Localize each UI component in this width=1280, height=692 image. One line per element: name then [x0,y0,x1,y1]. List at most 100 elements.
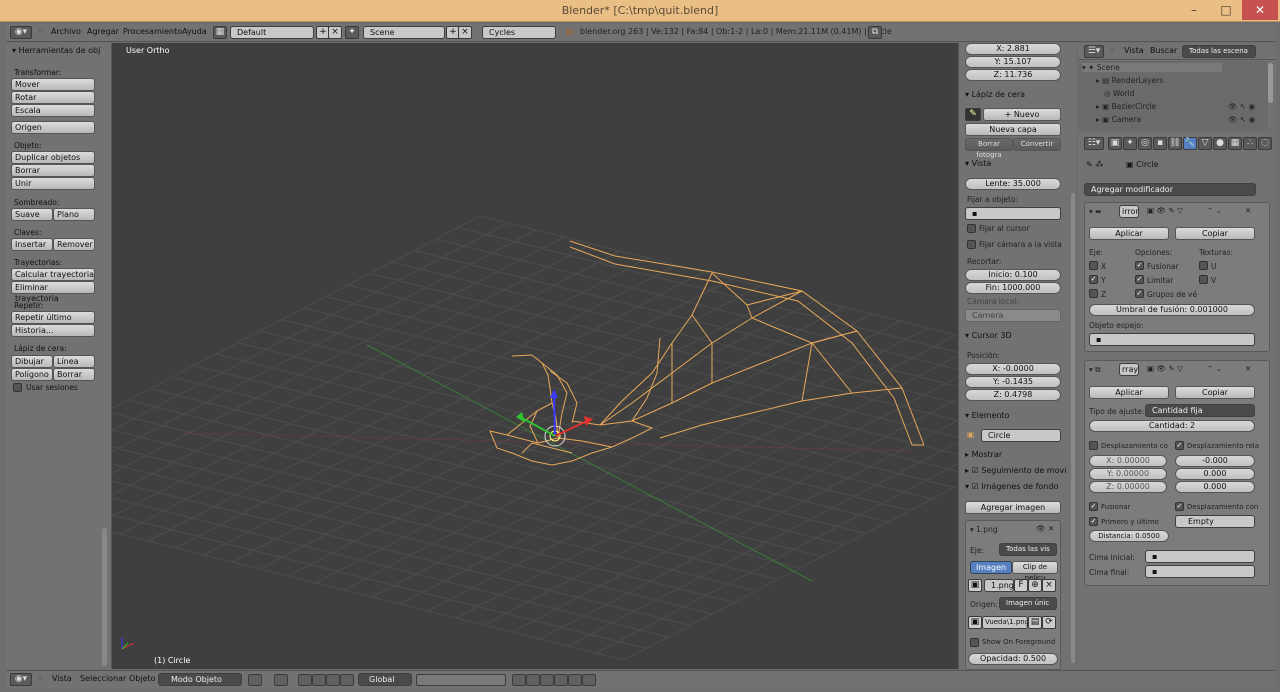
mirror-object-field[interactable]: ▪ [1089,333,1255,346]
count-field[interactable]: Cantidad: 2 [1089,420,1255,432]
tool-shelf-title[interactable]: ▾ Herramientas de obj [12,46,100,55]
collapse-icon[interactable]: ◦ [38,27,43,36]
flat-button[interactable]: Plano [53,208,95,221]
location-y-field[interactable]: Y: 15.107 [965,56,1061,68]
new-layer-button[interactable]: Nueva capa [965,123,1061,136]
array-collapse[interactable]: ▾ ⧉ [1089,365,1101,375]
outliner-collapse-icon[interactable]: ◦ [1110,46,1115,55]
scene-icon[interactable]: ✦ [345,26,359,39]
rotate-button[interactable]: Rotar [11,91,95,104]
location-z-field[interactable]: Z: 11.736 [965,69,1061,81]
scene-tab-icon[interactable]: ✦ [1123,137,1137,150]
layer-buttons[interactable] [416,674,506,686]
show-foreground-checkbox[interactable] [970,638,979,647]
repeat-last-button[interactable]: Repetir último [11,311,95,324]
bg-images-header[interactable]: ▾ ☑ Imágenes de fondo [965,482,1058,491]
menu-vista[interactable]: Vista [52,674,72,683]
image-browse-icon[interactable]: ▣ [968,579,982,592]
insert-key-button[interactable]: Insertar [11,238,53,251]
orientation-select[interactable]: Global [358,673,412,686]
lock-layers-icon[interactable] [512,674,526,686]
proportional-edit-icon[interactable] [554,674,568,686]
render-animation-icon[interactable] [582,674,596,686]
erase-button[interactable]: Borrar [53,368,95,381]
lock-cursor-checkbox[interactable] [967,224,976,233]
array-remove-icon[interactable]: ✕ [1245,364,1251,373]
minimize-button[interactable]: – [1176,0,1212,20]
3d-viewport[interactable]: User Ortho (1) Circle [112,43,958,669]
rel-y-field[interactable]: 0.000 [1175,468,1255,480]
poly-button[interactable]: Polígono [11,368,53,381]
array-name-field[interactable]: rray [1119,363,1139,376]
rel-x-field[interactable]: -0.000 [1175,455,1255,467]
grease-pencil-panel-header[interactable]: ▾ Lápiz de cera [965,90,1025,99]
origin-button[interactable]: Origen [11,121,95,134]
tab-movie-clip[interactable]: Clip de pelícu [1012,561,1058,582]
modifiers-tab-icon[interactable]: 🔧 [1183,137,1197,150]
visibility-icon-camera[interactable]: 👁 ↖ ◉ [1228,115,1255,124]
item-name-field[interactable]: Circle [981,429,1061,442]
const-x-field[interactable]: X: 0.00000 [1089,455,1167,467]
remove-image-icon[interactable]: ✕ [1048,524,1054,533]
mode-select[interactable]: Modo Objeto [158,673,242,686]
screen-layout-icon[interactable]: ▦ [213,26,227,39]
convert-button[interactable]: Convertir [1013,138,1061,151]
image-file-field[interactable]: 1.png [984,579,1014,592]
clip-start-field[interactable]: Inicio: 0.100 [965,269,1061,281]
tool-shelf-scrollbar[interactable] [102,528,107,666]
duplicate-button[interactable]: Duplicar objetos [11,151,95,164]
location-x-field[interactable]: X: 2.881 [965,43,1061,55]
calc-path-button[interactable]: Calcular trayectoria [11,268,95,281]
outliner-editor-icon[interactable]: ☰▾ [1084,45,1104,58]
first-last-checkbox[interactable]: ✓ [1089,517,1098,526]
mirror-remove-icon[interactable]: ✕ [1245,206,1251,215]
physics-tab-icon[interactable]: ◌ [1258,137,1272,150]
constraints-tab-icon[interactable]: ⛓ [1168,137,1182,150]
outliner-menu-view[interactable]: Vista [1124,46,1144,55]
particles-tab-icon[interactable]: ∴ [1243,137,1257,150]
fit-type-select[interactable]: Cantidad fija [1145,404,1255,417]
gizmo-z-axis[interactable] [553,394,556,437]
maximize-button[interactable]: □ [1208,0,1244,20]
line-button[interactable]: Línea [53,355,95,368]
merge-distance-field[interactable]: Distancia: 0.0500 [1089,530,1169,542]
tree-item-scene[interactable]: ▾ ✦ Scene [1082,63,1222,72]
draw-button[interactable]: Dibujar [11,355,53,368]
delete-button[interactable]: Borrar [11,164,95,177]
mirror-collapse[interactable]: ▾ ⬌ [1089,207,1101,216]
rel-offset-checkbox[interactable]: ✓ [1175,441,1184,450]
item-panel-header[interactable]: ▾ Elemento [965,411,1010,420]
menu-procesamiento[interactable]: Procesamiento [123,27,182,36]
delete-frame-button[interactable]: Borrar fotogra [965,138,1013,159]
render-preview-icon[interactable] [568,674,582,686]
add-image-button[interactable]: Agregar imagen [965,501,1061,514]
view-panel-header[interactable]: ▾ Vista [965,159,991,168]
n-panel-scrollbar[interactable] [1071,193,1075,663]
reload-icon[interactable]: ⟳ [1042,616,1056,629]
merge-limit-field[interactable]: Umbral de fusión: 0.001000 [1089,304,1255,316]
outliner-menu-search[interactable]: Buscar [1150,46,1177,55]
translate-manipulator-icon[interactable] [312,674,326,686]
pencil-icon[interactable]: ✎ [965,108,981,121]
scene-field[interactable]: Scene [363,26,445,39]
array-merge-checkbox[interactable]: ✓ [1089,502,1098,511]
local-camera-field[interactable]: Camera [965,309,1061,322]
tree-item-renderlayers[interactable]: ▸ ▤ RenderLayers [1096,76,1163,85]
snap-element-icon[interactable] [540,674,554,686]
lock-camera-checkbox[interactable] [967,240,976,249]
clip-end-field[interactable]: Fin: 1000.000 [965,282,1061,294]
viewport-shading-icon[interactable] [248,674,262,686]
tab-image[interactable]: Imagen [970,561,1012,574]
manipulator-icon[interactable] [298,674,312,686]
render-tab-icon[interactable]: ▣ [1108,137,1122,150]
array-display-icons[interactable]: ▣ 👁 ✎ ▽ [1147,364,1183,373]
remove-scene-icon[interactable]: × [458,26,472,39]
rel-z-field[interactable]: 0.000 [1175,481,1255,493]
cursor-z-field[interactable]: Z: 0.4798 [965,389,1061,401]
unlink-icon[interactable]: × [1042,579,1056,592]
const-y-field[interactable]: Y: 0.00000 [1089,468,1167,480]
pack-icon[interactable]: ▤ [1028,616,1042,629]
end-cap-field[interactable]: ▪ [1145,565,1255,578]
pivot-point-icon[interactable] [274,674,288,686]
mirror-name-field[interactable]: irror [1119,205,1139,218]
